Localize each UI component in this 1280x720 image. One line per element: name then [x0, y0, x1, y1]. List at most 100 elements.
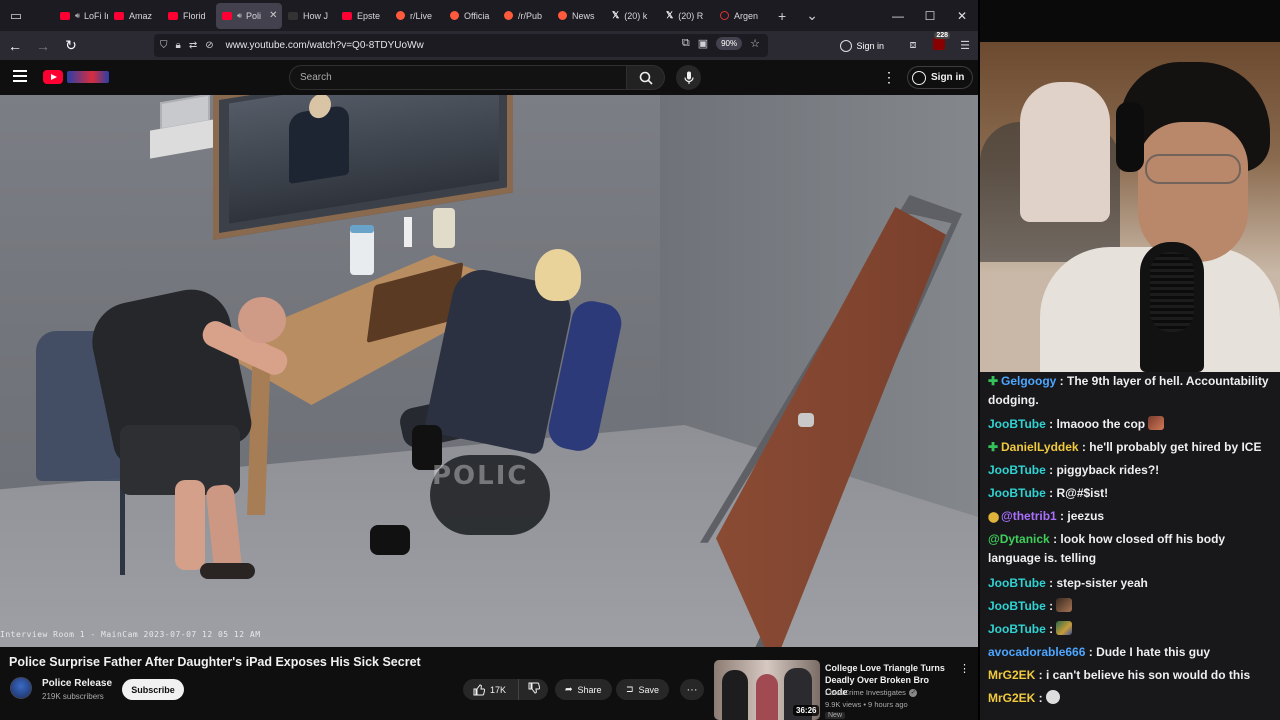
browser-tab[interactable]: Argen — [714, 3, 768, 29]
chat-username[interactable]: JooBTube — [988, 622, 1046, 636]
browser-tab[interactable]: Florid — [162, 3, 216, 29]
save-button[interactable]: ⊐ Save — [616, 679, 670, 700]
youtube-favicon-icon — [60, 11, 70, 20]
chat-message: ✚ DanielLyddek : he'll probably get hired… — [988, 438, 1276, 457]
chat-username[interactable]: JooBTube — [988, 463, 1046, 477]
chat-username[interactable]: avocadorable666 — [988, 645, 1085, 659]
settings-more-icon[interactable]: ⋮ — [882, 69, 896, 86]
minimize-icon[interactable]: — — [882, 9, 914, 23]
youtube-sign-in-button[interactable]: Sign in — [907, 66, 974, 89]
youtube-logo[interactable] — [43, 70, 109, 84]
tab-audio-icon[interactable]: 🔊︎ — [237, 11, 242, 21]
autoplay-blocked-icon[interactable]: ⊘ — [205, 40, 213, 51]
maximize-icon[interactable]: ☐ — [914, 9, 946, 23]
streamer-webcam — [980, 42, 1280, 372]
chat-username[interactable]: @thetrib1 — [1001, 509, 1057, 523]
chat-username[interactable]: @Dytanick — [988, 532, 1050, 546]
recommended-meta: 9.9K views • 9 hours ago — [825, 700, 908, 709]
chat-text: i can't believe his son would do this — [1046, 668, 1251, 682]
close-tab-icon[interactable]: ✕ — [269, 10, 277, 21]
chat-separator: : — [1045, 576, 1057, 590]
microphone-icon — [683, 71, 694, 84]
chat-message: JooBTube : R@#$ist! — [988, 484, 1276, 503]
search-icon — [639, 71, 653, 85]
door-handle — [798, 413, 814, 427]
chat-separator: : — [1056, 509, 1068, 523]
chat-username[interactable]: Gelgoogy — [1001, 374, 1056, 388]
browser-tab[interactable]: How J — [282, 3, 336, 29]
like-button[interactable]: 17K — [463, 679, 519, 700]
url-text[interactable]: www.youtube.com/watch?v=Q0-8TDYUoWw — [226, 40, 424, 51]
chat-separator: : — [1045, 599, 1057, 613]
chat-text: jeezus — [1067, 509, 1105, 523]
search-input[interactable]: Search — [289, 65, 627, 90]
chat-text: he'll probably get hired by ICE — [1089, 440, 1262, 454]
chat-username[interactable]: MrG2EK — [988, 691, 1035, 705]
browser-tab[interactable]: News — [552, 3, 606, 29]
guide-menu-icon[interactable] — [13, 70, 27, 85]
chat-username[interactable]: JooBTube — [988, 417, 1046, 431]
browser-tab[interactable]: Officia — [444, 3, 498, 29]
chat-username[interactable]: JooBTube — [988, 576, 1046, 590]
browser-tab[interactable]: /r/Pub — [498, 3, 552, 29]
like-dislike-group: 17K — [463, 679, 548, 700]
extensions-icon[interactable]: ⧈ — [900, 39, 926, 52]
chat-username[interactable]: DanielLyddek — [1001, 440, 1079, 454]
reddit-favicon-icon — [558, 11, 567, 20]
voice-search-button[interactable] — [676, 65, 701, 90]
reddit-favicon-icon — [504, 11, 513, 20]
subscriber-count: 219K subscribers — [42, 692, 104, 701]
tab-list-button[interactable]: ▭ — [0, 0, 32, 31]
camera-timestamp-overlay: Interview Room 1 - MainCam 2023-07-07 12… — [0, 630, 261, 639]
chat-username[interactable]: JooBTube — [988, 599, 1046, 613]
channel-name[interactable]: Police Release — [42, 678, 112, 689]
ublock-extension-button[interactable]: 228 — [926, 32, 952, 53]
tab-overflow-chevron-icon[interactable]: ⌄ — [796, 7, 828, 24]
back-icon[interactable]: ← — [2, 38, 28, 54]
browser-tab[interactable]: Epste — [336, 3, 390, 29]
chat-username[interactable]: JooBTube — [988, 486, 1046, 500]
search-button[interactable] — [627, 65, 665, 90]
browser-tab[interactable]: Amaz — [108, 3, 162, 29]
browser-tab[interactable]: 𝕏 (20) k — [606, 3, 660, 29]
thumbs-up-icon — [473, 683, 485, 695]
app-menu-icon[interactable]: ☰ — [952, 39, 978, 52]
browser-tab[interactable]: 𝕏 (20) R — [660, 3, 714, 29]
youtube-play-icon — [43, 70, 63, 84]
forward-icon[interactable]: → — [30, 38, 56, 54]
chat-separator: : — [1049, 532, 1061, 546]
channel-avatar[interactable] — [10, 677, 32, 699]
lock-icon[interactable]: 🔒︎ — [176, 40, 181, 51]
subscribe-button[interactable]: Subscribe — [122, 679, 184, 700]
youtube-favicon-icon — [222, 11, 232, 20]
x-favicon-icon: 𝕏 — [666, 10, 674, 20]
permissions-icon[interactable]: ⇄ — [189, 40, 197, 51]
tab-title: LoFi In — [84, 10, 108, 21]
more-actions-button[interactable]: ··· — [680, 679, 704, 700]
browser-tab[interactable]: 🔊︎ LoFi In — [54, 3, 108, 29]
account-sign-in-button[interactable]: Sign in — [832, 37, 892, 55]
bookmark-star-icon[interactable]: ☆ — [750, 37, 760, 50]
picture-in-picture-icon[interactable]: ⧉ — [682, 37, 690, 50]
chat-username[interactable]: MrG2EK — [988, 668, 1035, 682]
share-button[interactable]: ➦ Share — [555, 679, 612, 700]
video-player[interactable]: POLIC Interview Room 1 - MainCam 2023-07… — [0, 95, 978, 647]
screenshot-icon[interactable]: ▣ — [698, 37, 708, 50]
tab-title: Epste — [357, 10, 381, 21]
close-window-icon[interactable]: ✕ — [946, 9, 978, 23]
tracking-shield-icon[interactable]: ⛉ — [160, 40, 168, 51]
chat-text: lmaooo the cop — [1056, 417, 1146, 431]
zoom-level[interactable]: 90% — [716, 37, 743, 50]
address-bar[interactable]: ⛉ 🔒︎ ⇄ ⊘ www.youtube.com/watch?v=Q0-8TDY… — [154, 34, 768, 57]
dislike-button[interactable] — [519, 682, 548, 697]
video-title: Police Surprise Father After Daughter's … — [9, 655, 421, 669]
recommended-menu-icon[interactable]: ⋮ — [959, 662, 970, 675]
reload-icon[interactable]: ↻ — [58, 37, 84, 54]
chat-separator: : — [1035, 691, 1047, 705]
account-sign-in-label: Sign in — [856, 40, 884, 51]
browser-tab[interactable]: r/Live — [390, 3, 444, 29]
tab-audio-icon[interactable]: 🔊︎ — [75, 11, 80, 21]
recommended-channel[interactable]: Law&Crime Investigates ✓ — [825, 688, 917, 697]
browser-tab[interactable]: 🔊︎ Poli ✕ — [216, 2, 282, 29]
new-tab-button[interactable]: + — [768, 8, 796, 24]
